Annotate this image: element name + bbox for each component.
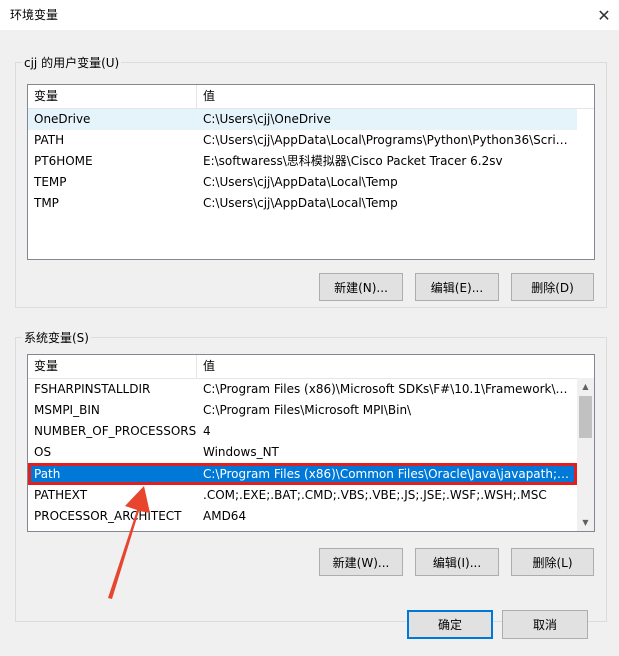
variable-value: C:\Users\cjj\AppData\Local\Programs\Pyth… (203, 133, 573, 147)
variable-name: TMP (34, 196, 59, 210)
variable-name: PATH (34, 133, 65, 147)
variable-name: TEMP (34, 175, 67, 189)
column-header-variable[interactable]: 变量 (28, 355, 197, 378)
user-variables-list[interactable]: 变量 值 OneDrive C:\Users\cjj\OneDrive PATH… (27, 84, 595, 260)
variable-value: C:\Program Files (x86)\Microsoft SDKs\F#… (203, 382, 571, 396)
variable-name: OneDrive (34, 112, 91, 126)
column-header-value[interactable]: 值 (197, 355, 215, 378)
chevron-up-icon[interactable]: ▲ (577, 378, 594, 395)
user-var-row[interactable]: OneDrive C:\Users\cjj\OneDrive (28, 109, 577, 130)
system-var-row[interactable]: FSHARPINSTALLDIR C:\Program Files (x86)\… (28, 379, 577, 400)
variable-name: FSHARPINSTALLDIR (34, 382, 151, 396)
user-variables-label: cjj 的用户变量(U) (22, 54, 122, 71)
variable-value: C:\Program Files (x86)\Common Files\Orac… (203, 467, 571, 481)
user-variables-group: cjj 的用户变量(U) 变量 值 OneDrive C:\Users\cjj\… (15, 54, 607, 308)
user-delete-button[interactable]: 删除(D) (511, 273, 594, 301)
system-var-row[interactable]: PATHEXT .COM;.EXE;.BAT;.CMD;.VBS;.VBE;.J… (28, 485, 577, 506)
chevron-down-icon[interactable]: ▼ (577, 514, 594, 531)
variable-name: PATHEXT (34, 488, 88, 502)
variable-value: C:\Users\cjj\AppData\Local\Temp (203, 196, 398, 210)
user-new-button[interactable]: 新建(N)... (319, 273, 403, 301)
system-var-row[interactable]: OS Windows_NT (28, 442, 577, 463)
ok-button[interactable]: 确定 (407, 610, 493, 639)
user-var-row[interactable]: TMP C:\Users\cjj\AppData\Local\Temp (28, 193, 577, 214)
system-variables-list[interactable]: 变量 值 FSHARPINSTALLDIR C:\Program Files (… (27, 354, 595, 532)
user-var-row[interactable]: PATH C:\Users\cjj\AppData\Local\Programs… (28, 130, 577, 151)
variable-value: C:\Program Files\Microsoft MPI\Bin\ (203, 403, 412, 417)
column-header-value[interactable]: 值 (197, 85, 215, 108)
variable-name: MSMPI_BIN (34, 403, 100, 417)
variable-name: Path (34, 467, 61, 481)
variable-name: NUMBER_OF_PROCESSORS (34, 424, 197, 438)
system-var-row[interactable]: NUMBER_OF_PROCESSORS 4 (28, 421, 577, 442)
system-variables-label: 系统变量(S) (22, 329, 91, 346)
user-var-row[interactable]: TEMP C:\Users\cjj\AppData\Local\Temp (28, 172, 577, 193)
variable-name: PT6HOME (34, 154, 93, 168)
system-edit-button[interactable]: 编辑(I)... (415, 548, 499, 576)
system-var-row[interactable]: MSMPI_BIN C:\Program Files\Microsoft MPI… (28, 400, 577, 421)
close-icon[interactable]: ✕ (589, 0, 619, 30)
system-delete-button[interactable]: 删除(L) (511, 548, 594, 576)
variable-value: AMD64 (203, 509, 247, 523)
system-var-row[interactable]: PROCESSOR_ARCHITECT AMD64 (28, 506, 577, 527)
variable-value: .COM;.EXE;.BAT;.CMD;.VBS;.VBE;.JS;.JSE;.… (203, 488, 547, 502)
cancel-button[interactable]: 取消 (502, 610, 588, 639)
window-title: 环境变量 (10, 8, 59, 22)
variable-value: 4 (203, 424, 211, 438)
vertical-scrollbar[interactable]: ▲ ▼ (577, 378, 594, 531)
system-var-row-selected[interactable]: Path C:\Program Files (x86)\Common Files… (28, 463, 577, 485)
user-edit-button[interactable]: 编辑(E)... (415, 273, 499, 301)
variable-value: E:\softwaress\思科模拟器\Cisco Packet Tracer … (203, 154, 503, 168)
list-header: 变量 值 (28, 355, 594, 379)
variable-name: OS (34, 445, 52, 459)
system-new-button[interactable]: 新建(W)... (319, 548, 403, 576)
title-bar: 环境变量 ✕ (0, 0, 619, 30)
variable-name: PROCESSOR_ARCHITECT (34, 509, 182, 523)
system-variables-group: 系统变量(S) 变量 值 FSHARPINSTALLDIR C:\Program… (15, 329, 607, 622)
user-var-row[interactable]: PT6HOME E:\softwaress\思科模拟器\Cisco Packet… (28, 151, 577, 172)
column-header-variable[interactable]: 变量 (28, 85, 197, 108)
scrollbar-thumb[interactable] (579, 396, 592, 438)
dialog-client: cjj 的用户变量(U) 变量 值 OneDrive C:\Users\cjj\… (0, 30, 619, 656)
list-header: 变量 值 (28, 85, 594, 109)
variable-value: C:\Users\cjj\OneDrive (203, 112, 331, 126)
variable-value: Windows_NT (203, 445, 279, 459)
variable-value: C:\Users\cjj\AppData\Local\Temp (203, 175, 398, 189)
